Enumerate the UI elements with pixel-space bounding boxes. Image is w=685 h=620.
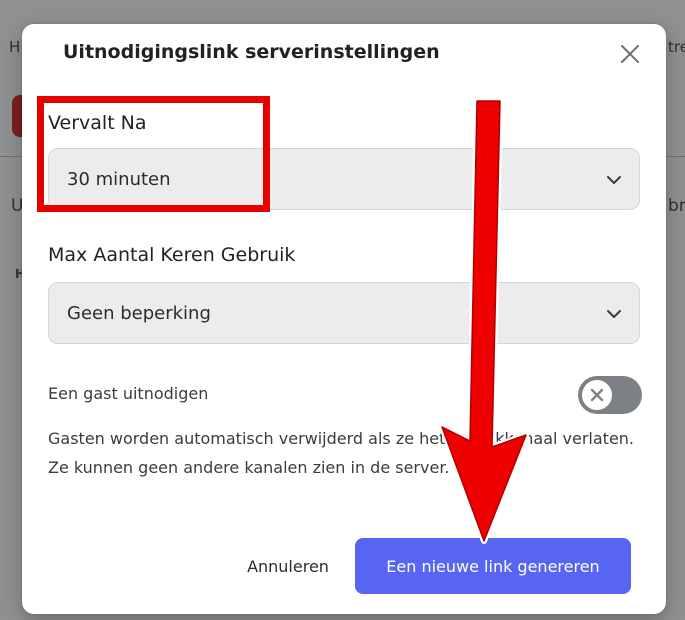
background-divider bbox=[665, 156, 685, 157]
cancel-button[interactable]: Annuleren bbox=[228, 538, 348, 594]
close-button[interactable] bbox=[614, 38, 646, 70]
chevron-down-icon bbox=[605, 171, 623, 189]
chevron-down-icon bbox=[605, 305, 623, 323]
background-text-fragment: H bbox=[9, 38, 21, 56]
dialog-title: Uitnodigingslink serverinstellingen bbox=[63, 41, 440, 63]
invite-settings-dialog: Uitnodigingslink serverinstellingen Verv… bbox=[22, 24, 666, 614]
toggle-knob bbox=[582, 380, 612, 410]
close-icon bbox=[621, 45, 639, 63]
background-text-fragment: tre bbox=[668, 38, 685, 56]
x-icon bbox=[590, 388, 604, 402]
guest-invite-toggle[interactable] bbox=[578, 376, 642, 414]
expires-selected-value: 30 minuten bbox=[67, 169, 171, 190]
max-uses-selected-value: Geen beperking bbox=[67, 303, 211, 324]
background-text-fragment: br bbox=[668, 196, 685, 216]
guest-invite-label: Een gast uitnodigen bbox=[48, 384, 209, 403]
guest-help-text: Gasten worden automatisch verwijderd als… bbox=[48, 429, 635, 477]
max-uses-label: Max Aantal Keren Gebruik bbox=[48, 244, 296, 266]
background-divider bbox=[0, 156, 22, 157]
max-uses-select[interactable]: Geen beperking bbox=[48, 282, 640, 344]
expires-label: Vervalt Na bbox=[48, 112, 147, 134]
expires-select[interactable]: 30 minuten bbox=[48, 148, 640, 210]
generate-link-button[interactable]: Een nieuwe link genereren bbox=[355, 538, 631, 594]
